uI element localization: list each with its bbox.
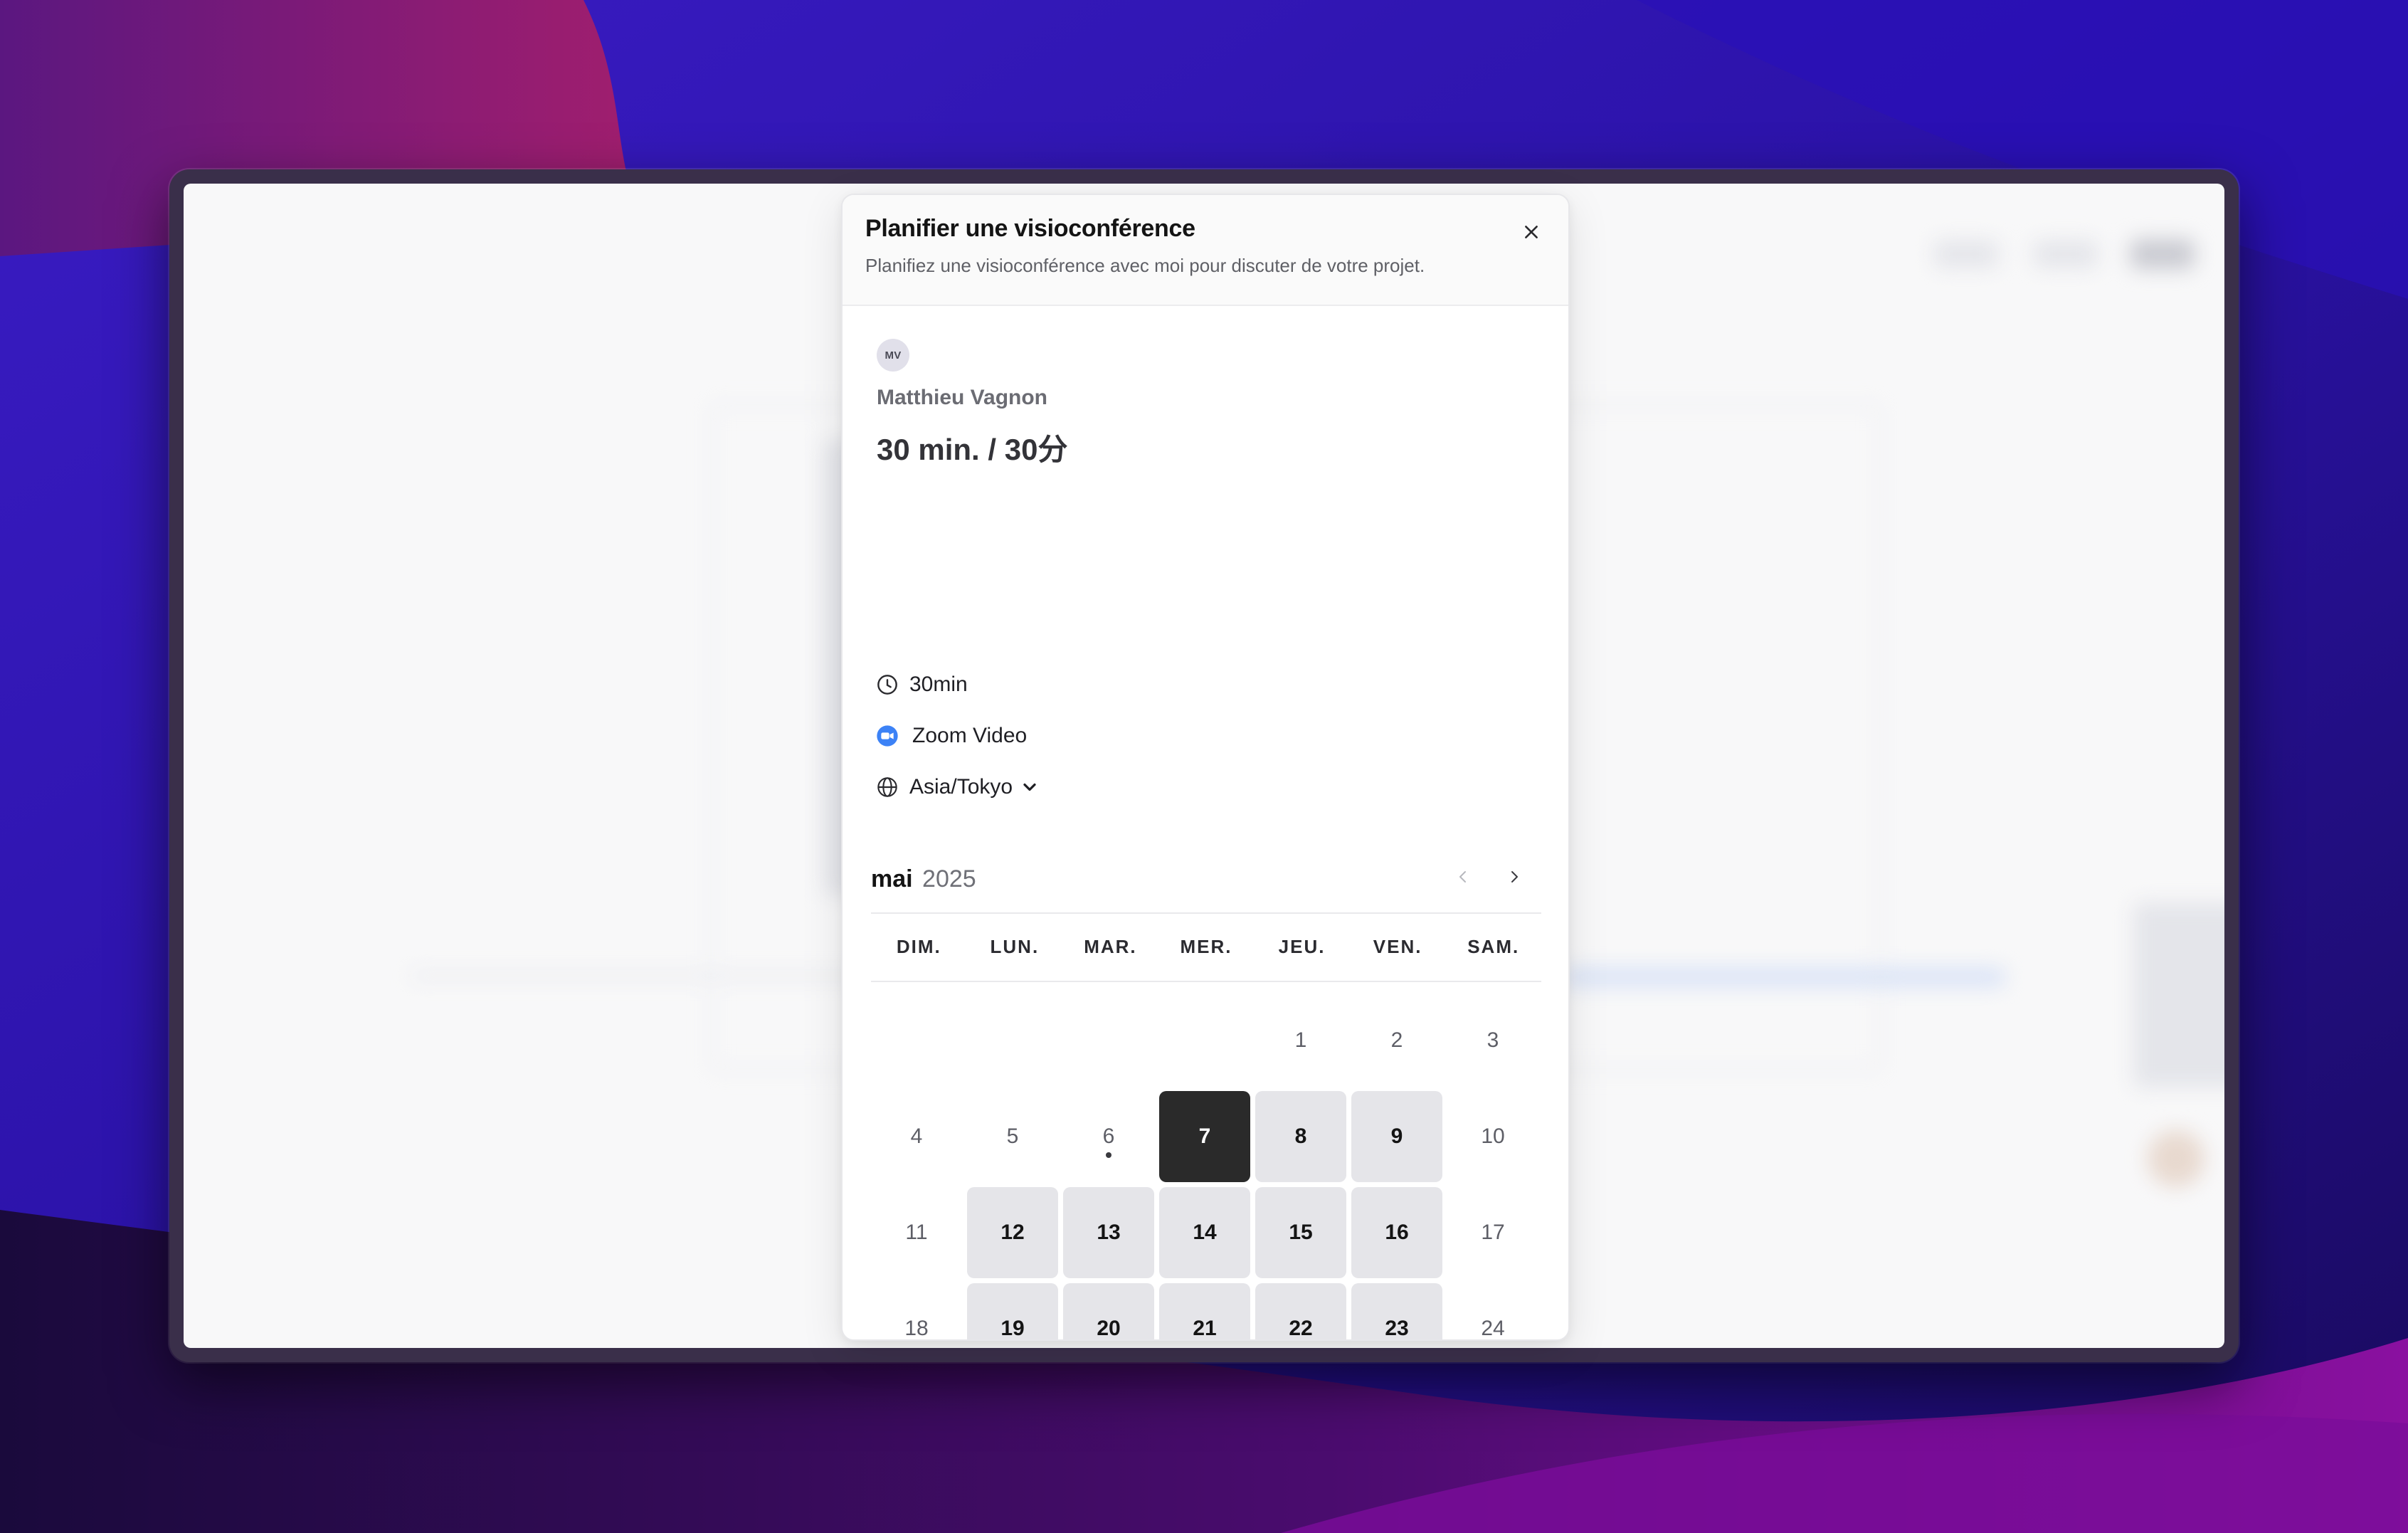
calendar-day-number: 23 — [1385, 1317, 1409, 1340]
calendar-day-unavailable: 2 — [1351, 995, 1442, 1086]
calendar-day-available[interactable]: 20 — [1063, 1283, 1154, 1340]
calendar-day-available[interactable]: 15 — [1255, 1187, 1346, 1278]
dialog-subtitle: Planifiez une visioconférence avec moi p… — [865, 255, 1425, 276]
previous-month-button[interactable] — [1445, 858, 1482, 895]
weekday-header: DIM. LUN. MAR. MER. JEU. VEN. SAM. — [871, 932, 1541, 961]
calendar-day-number: 20 — [1097, 1317, 1121, 1340]
calendar-day-available[interactable]: 8 — [1255, 1091, 1346, 1182]
calendar-day-number: 15 — [1289, 1221, 1313, 1244]
timezone-text: Asia/Tokyo — [909, 775, 1013, 799]
calendar-day-number: 21 — [1193, 1317, 1217, 1340]
event-duration: 30min — [875, 670, 968, 699]
weekday-label: LUN. — [990, 936, 1040, 957]
calendar-day-number: 13 — [1097, 1221, 1121, 1244]
calendar-day-today: 6 — [1063, 1091, 1154, 1182]
calendar-day-unavailable: 17 — [1447, 1187, 1538, 1278]
close-button[interactable] — [1511, 212, 1551, 252]
weekday-label: VEN. — [1373, 936, 1422, 957]
calendar-day-available[interactable]: 9 — [1351, 1091, 1442, 1182]
calendar-day-number: 11 — [905, 1221, 928, 1244]
calendar-day-number: 18 — [904, 1317, 929, 1340]
calendar-day-unavailable: 1 — [1255, 995, 1346, 1086]
calendar-day-number: 7 — [1198, 1124, 1211, 1148]
calendar-day-available[interactable]: 23 — [1351, 1283, 1442, 1340]
blurred-link-line — [1564, 968, 2005, 986]
calendar-day-number: 12 — [1000, 1221, 1025, 1244]
calendar-day-available[interactable]: 16 — [1351, 1187, 1442, 1278]
calendar-divider — [871, 981, 1541, 982]
blurred-nav-item — [1934, 241, 1998, 268]
calendar-day-number: 2 — [1390, 1028, 1403, 1052]
calendar-day-number: 4 — [910, 1124, 923, 1148]
calendar-day-number: 9 — [1390, 1124, 1403, 1148]
calendar-day-available[interactable]: 14 — [1159, 1187, 1250, 1278]
calendar-day-available[interactable]: 12 — [967, 1187, 1058, 1278]
host-avatar: MV — [877, 339, 909, 372]
today-indicator-dot — [1106, 1152, 1111, 1158]
calendar-divider — [871, 912, 1541, 914]
next-month-button[interactable] — [1496, 858, 1533, 895]
event-title: 30 min. / 30分 — [877, 433, 1068, 466]
weekday-label: DIM. — [896, 936, 941, 957]
chevron-right-icon — [1511, 871, 1518, 883]
calendar-day-number: 24 — [1481, 1317, 1505, 1340]
calendar-day-number: 10 — [1481, 1124, 1505, 1148]
schedule-meeting-dialog: Planifier une visioconférence Planifiez … — [841, 194, 1570, 1341]
calendar-day-selected[interactable]: 7 — [1159, 1091, 1250, 1182]
calendar-day-available[interactable]: 19 — [967, 1283, 1058, 1340]
calendar-day-available[interactable]: 13 — [1063, 1187, 1154, 1278]
calendar-day-number: 3 — [1486, 1028, 1499, 1052]
clock-icon — [875, 673, 899, 697]
event-location: Zoom Video — [875, 722, 1027, 750]
calendar-day-unavailable: 24 — [1447, 1283, 1538, 1340]
dialog-header: Planifier une visioconférence Planifiez … — [843, 195, 1568, 306]
calendar-month: mai — [871, 865, 913, 892]
calendar-day-number: 1 — [1294, 1028, 1307, 1052]
calendar-year: 2025 — [922, 865, 976, 892]
event-location-text: Zoom Video — [912, 724, 1028, 747]
calendar-day-grid: 1234567891011121314151617181920212223242… — [871, 995, 1547, 1340]
close-icon — [1525, 226, 1538, 238]
blurred-nav-item — [2034, 241, 2098, 268]
weekday-label: MAR. — [1084, 936, 1137, 957]
dialog-title: Planifier une visioconférence — [865, 215, 1195, 242]
calendar-day-unavailable: 11 — [871, 1187, 962, 1278]
weekday-label: MER. — [1180, 936, 1232, 957]
calendar-day-unavailable: 4 — [871, 1091, 962, 1182]
calendar-month-label: mai 2025 — [871, 865, 976, 893]
chevron-down-icon — [1020, 777, 1040, 797]
calendar-day-number: 6 — [1102, 1124, 1115, 1148]
calendar-day-number: 8 — [1294, 1124, 1307, 1148]
blurred-avatar — [2148, 1130, 2204, 1187]
calendar-day-unavailable: 5 — [967, 1091, 1058, 1182]
calendar-day-unavailable: 3 — [1447, 995, 1538, 1086]
calendar-day-number: 22 — [1289, 1317, 1313, 1340]
chevron-left-icon — [1459, 871, 1466, 883]
calendar-day-number: 14 — [1193, 1221, 1217, 1244]
weekday-label: JEU. — [1278, 936, 1326, 957]
blurred-nav-button — [2130, 239, 2195, 269]
event-duration-text: 30min — [909, 673, 968, 696]
calendar-day-number: 17 — [1481, 1221, 1505, 1244]
weekday-label: SAM. — [1467, 936, 1520, 957]
calendar-day-unavailable: 18 — [871, 1283, 962, 1340]
timezone-selector[interactable]: Asia/Tokyo — [875, 773, 1040, 801]
calendar-day-number: 5 — [1006, 1124, 1019, 1148]
blurred-side-card — [2133, 902, 2224, 1087]
host-name: Matthieu Vagnon — [877, 386, 1047, 409]
zoom-video-icon — [875, 724, 899, 748]
calendar-day-number: 19 — [1000, 1317, 1025, 1340]
calendar-day-available[interactable]: 22 — [1255, 1283, 1346, 1340]
calendar-day-available[interactable]: 21 — [1159, 1283, 1250, 1340]
calendar-day-unavailable: 10 — [1447, 1091, 1538, 1182]
calendar-day-number: 16 — [1385, 1221, 1409, 1244]
globe-icon — [875, 775, 899, 799]
